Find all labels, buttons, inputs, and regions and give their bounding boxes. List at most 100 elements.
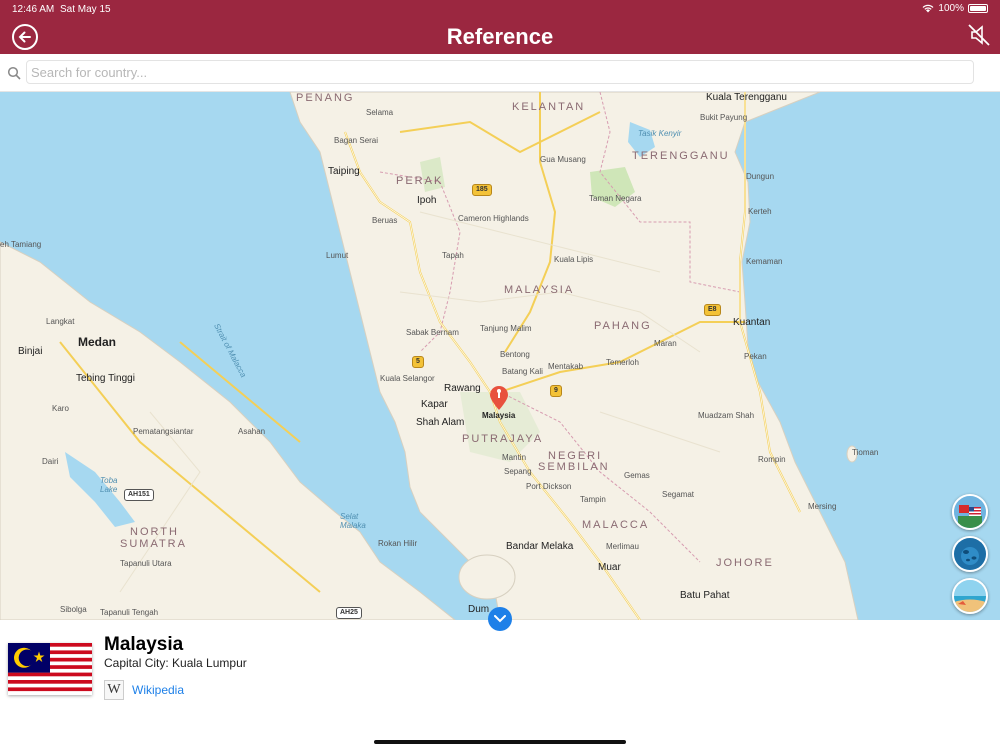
map-label-temerloh: Temerloh [606, 358, 639, 367]
capital-city: Capital City: Kuala Lumpur [104, 656, 247, 670]
map-label-north: NORTH [130, 526, 179, 538]
map-label-rokan-hilir: Rokan Hilir [378, 539, 418, 548]
map-label-malaysia: MALAYSIA [504, 284, 575, 296]
page-title: Reference [446, 24, 554, 49]
highway-shield: 5 [412, 356, 424, 368]
map-label-sibolga: Sibolga [60, 605, 87, 614]
map-label-segamat: Segamat [662, 490, 695, 499]
map-label-taiping: Taiping [328, 166, 360, 177]
map-label-dungun: Dungun [746, 172, 775, 181]
map-label-sumatra: SUMATRA [120, 538, 187, 550]
malaysia-flag-icon [8, 643, 92, 695]
map-label-medan: Medan [78, 335, 117, 349]
map-label-tampin: Tampin [580, 495, 606, 504]
map-label-taman-negara: Taman Negara [589, 194, 642, 203]
ocean-icon [954, 538, 986, 570]
beach-mode-button[interactable] [952, 578, 988, 614]
highway-shield: 185 [472, 184, 492, 196]
highway-shield: 9 [550, 385, 562, 397]
map-label-batang-kali: Batang Kali [502, 367, 543, 376]
map-label-kelantan: KELANTAN [512, 101, 586, 113]
home-indicator[interactable] [374, 740, 626, 744]
map-label-kerteh: Kerteh [748, 207, 772, 216]
wikipedia-icon[interactable]: W [104, 680, 124, 700]
header-bar: 12:46 AM Sat May 15 100% Reference [0, 0, 1000, 54]
map-label-merlimau: Merlimau [606, 542, 639, 551]
pin-label: Malaysia [482, 411, 516, 420]
map-label-tapanuli-tengah: Tapanuli Tengah [100, 608, 159, 617]
map-label-dumai: Dum [468, 604, 490, 615]
map-view[interactable]: PENANG KELANTAN Kuala Terengganu Selama … [0, 92, 1000, 620]
map-label-kapar: Kapar [421, 399, 448, 410]
map-label-binjai: Binjai [18, 346, 43, 357]
map-label-bukit-payung: Bukit Payung [700, 113, 748, 122]
map-label-rawang: Rawang [444, 383, 481, 394]
map-label-kuala-terengganu: Kuala Terengganu [706, 92, 787, 103]
map-label-gemas: Gemas [624, 471, 650, 480]
map-label-pahang: PAHANG [594, 320, 652, 332]
map-label-tapah: Tapah [442, 251, 464, 260]
map-label-sepang: Sepang [504, 467, 532, 476]
flags-icon [954, 496, 986, 528]
ocean-mode-button[interactable] [952, 536, 988, 572]
map-label-cameron-highlands: Cameron Highlands [458, 214, 529, 223]
flags-mode-button[interactable] [952, 494, 988, 530]
map-label-muadzam-shah: Muadzam Shah [698, 411, 755, 420]
highway-shield: AH151 [124, 489, 154, 501]
map-label-selat-malaka: Selat Malaka [340, 512, 366, 530]
collapse-map-button[interactable] [488, 607, 512, 631]
map-label-tasik-kenyir: Tasik Kenyir [638, 129, 682, 138]
map-label-perak: PERAK [396, 175, 444, 187]
map-label-beruas: Beruas [372, 216, 398, 225]
map-label-tioman: Tioman [852, 448, 879, 457]
map-label-mantin: Mantin [502, 453, 527, 462]
map-label-gua-musang: Gua Musang [540, 155, 586, 164]
wifi-icon [922, 4, 934, 13]
search-input[interactable] [26, 60, 974, 84]
map-label-teluk-tamiang: eh Tamiang [0, 240, 42, 249]
location-pin-icon[interactable] [488, 385, 510, 411]
map-label-rompin: Rompin [758, 455, 786, 464]
mute-button[interactable] [966, 22, 992, 48]
map-label-tebing-tinggi: Tebing Tinggi [76, 373, 135, 384]
search-bar [0, 54, 1000, 92]
map-label-dairi: Dairi [42, 457, 59, 466]
status-right: 100% [922, 3, 988, 14]
map-label-bagan-serai: Bagan Serai [334, 136, 379, 145]
speaker-muted-icon [968, 24, 990, 46]
map-label-mentakab: Mentakab [548, 362, 584, 371]
map-label-johore: JOHORE [716, 557, 774, 569]
status-time: 12:46 AM [12, 4, 55, 15]
map-label-karo: Karo [52, 404, 69, 413]
map-label-kuala-lipis: Kuala Lipis [554, 255, 594, 264]
map-label-mersing: Mersing [808, 502, 837, 511]
map-label-asahan: Asahan [238, 427, 266, 436]
map-label-tanjung-malim: Tanjung Malim [480, 324, 532, 333]
map-label-pematangsiantar: Pematangsiantar [133, 427, 194, 436]
highway-shield: E8 [704, 304, 721, 316]
map-label-penang: PENANG [296, 92, 355, 104]
map-label-muar: Muar [598, 562, 621, 573]
map-label-sabak-bernam: Sabak Bernam [406, 328, 459, 337]
map-label-malacca: MALACCA [582, 519, 650, 531]
map-label-tapanuli-utara: Tapanuli Utara [120, 559, 172, 568]
map-label-kuantan: Kuantan [733, 317, 771, 328]
search-icon [7, 66, 21, 80]
highway-shield: AH25 [336, 607, 362, 619]
map-label-toba-lake: Toba Lake [100, 476, 118, 494]
chevron-down-icon [494, 615, 506, 623]
map-label-shah-alam: Shah Alam [416, 417, 465, 428]
wikipedia-link[interactable]: Wikipedia [132, 683, 184, 697]
map-label-bandar-melaka: Bandar Melaka [506, 541, 574, 552]
status-date: Sat May 15 [60, 4, 111, 15]
map-label-bentong: Bentong [500, 350, 530, 359]
map-label-putrajaya: PUTRAJAYA [462, 433, 544, 445]
map-label-batu-pahat: Batu Pahat [680, 590, 730, 601]
map-label-ipoh: Ipoh [417, 195, 437, 206]
map-label-kuala-selangor: Kuala Selangor [380, 374, 435, 383]
map-label-port-dickson: Port Dickson [526, 482, 572, 491]
map-label-pekan: Pekan [744, 352, 767, 361]
map-label-lumut: Lumut [326, 251, 349, 260]
battery-icon [968, 4, 988, 13]
map-label-langkat: Langkat [46, 317, 75, 326]
